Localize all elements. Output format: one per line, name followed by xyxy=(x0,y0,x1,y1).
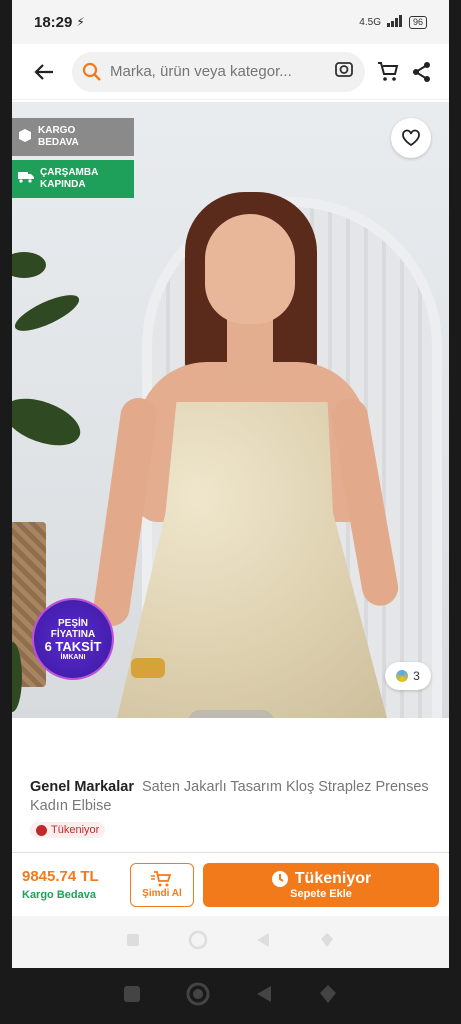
wednesday-delivery-badge: ÇARŞAMBA KAPINDA xyxy=(12,160,134,198)
assist-icon[interactable] xyxy=(318,984,338,1009)
share-button[interactable] xyxy=(405,55,439,89)
home-icon[interactable] xyxy=(188,930,208,955)
search-bar[interactable] xyxy=(72,51,365,92)
back-button[interactable] xyxy=(22,50,66,94)
cart-button[interactable] xyxy=(371,55,405,89)
product-brand[interactable]: Genel Markalar xyxy=(30,779,134,795)
price: 9845.74 TL xyxy=(22,868,99,885)
status-time: 18:29 xyxy=(34,13,73,31)
leaf xyxy=(12,252,46,278)
usb-icon: ⚡ xyxy=(76,15,85,29)
system-navigation-bar xyxy=(0,968,461,1024)
battery-icon: 96 xyxy=(408,15,427,29)
recents-icon[interactable] xyxy=(126,933,140,952)
quick-cart-icon xyxy=(151,871,172,887)
buy-now-label: Şimdi Al xyxy=(142,888,182,899)
network-label: 4.5G xyxy=(359,16,381,28)
search-input[interactable] xyxy=(110,63,333,80)
buy-now-button[interactable]: Şimdi Al xyxy=(130,862,194,907)
model-figure xyxy=(91,192,401,718)
color-count: 3 xyxy=(413,669,420,683)
back-nav-icon[interactable] xyxy=(255,985,273,1008)
price-block: 9845.74 TL Kargo Bedava xyxy=(22,868,130,901)
box-icon xyxy=(18,128,32,146)
clock-icon xyxy=(271,870,288,887)
phone: 18:29 ⚡ 4.5G 96 Marka, ürün veya kategor… xyxy=(0,0,461,1024)
clock-icon xyxy=(36,824,47,836)
stock-status-label: Tükeniyor xyxy=(51,824,100,836)
cart-icon xyxy=(378,61,399,81)
add-to-cart-title: Tükeniyor xyxy=(294,869,372,887)
heart-icon xyxy=(402,129,420,147)
app-screen: 18:29 ⚡ 4.5G 96 Marka, ürün veya kategor… xyxy=(12,0,449,968)
shipping-info: Kargo Bedava xyxy=(22,889,96,901)
back-arrow-icon xyxy=(34,63,53,80)
share-icon xyxy=(413,61,430,82)
recents-icon[interactable] xyxy=(123,985,141,1008)
leaf xyxy=(12,288,84,338)
wednesday-delivery-label: ÇARŞAMBA KAPINDA xyxy=(40,167,98,190)
add-to-cart-button[interactable]: Tükeniyor Sepete Ekle xyxy=(203,862,439,907)
truck-icon xyxy=(18,171,34,187)
product-info: Genel Markalar Saten Jakarlı Tasarım Klo… xyxy=(12,720,449,850)
product-image-carousel[interactable]: KARGO BEDAVA ÇARŞAMBA KAPINDA PEŞİN FİYA… xyxy=(12,102,449,718)
color-options-button[interactable]: 3 xyxy=(385,662,431,690)
image-pager xyxy=(188,710,274,718)
camera-search-icon[interactable] xyxy=(333,58,355,85)
promo-line3: 6 TAKSİT xyxy=(44,638,102,654)
model-face xyxy=(205,214,295,324)
inner-navigation-bar xyxy=(12,916,449,968)
promo-line4: İMKANI xyxy=(60,653,86,661)
leaf xyxy=(12,389,87,455)
installment-promo-badge: PEŞİN FİYATINA 6 TAKSİT İMKANI xyxy=(34,600,112,678)
status-icons: 4.5G 96 xyxy=(359,14,427,30)
favorite-button[interactable] xyxy=(391,118,431,158)
promo-line2: FİYATINA xyxy=(50,628,96,640)
promo-line1: PEŞİN xyxy=(57,617,88,629)
home-icon[interactable] xyxy=(186,982,210,1011)
buy-bar: 9845.74 TL Kargo Bedava Şimdi Al Tükeniy… xyxy=(12,852,449,916)
add-to-cart-subtitle: Sepete Ekle xyxy=(290,887,352,900)
search-icon xyxy=(82,62,101,81)
back-nav-icon[interactable] xyxy=(255,932,271,953)
free-shipping-label: KARGO BEDAVA xyxy=(38,125,79,148)
status-bar: 18:29 ⚡ 4.5G 96 xyxy=(12,0,449,44)
free-shipping-badge: KARGO BEDAVA xyxy=(12,118,134,156)
color-swatch-icon xyxy=(396,670,409,682)
gold-cuff xyxy=(131,658,165,678)
assist-icon[interactable] xyxy=(319,932,335,953)
top-bar xyxy=(12,44,449,100)
signal-icon xyxy=(386,14,403,30)
stock-status-badge: Tükeniyor xyxy=(30,822,106,838)
product-title: Genel Markalar Saten Jakarlı Tasarım Klo… xyxy=(30,778,431,816)
